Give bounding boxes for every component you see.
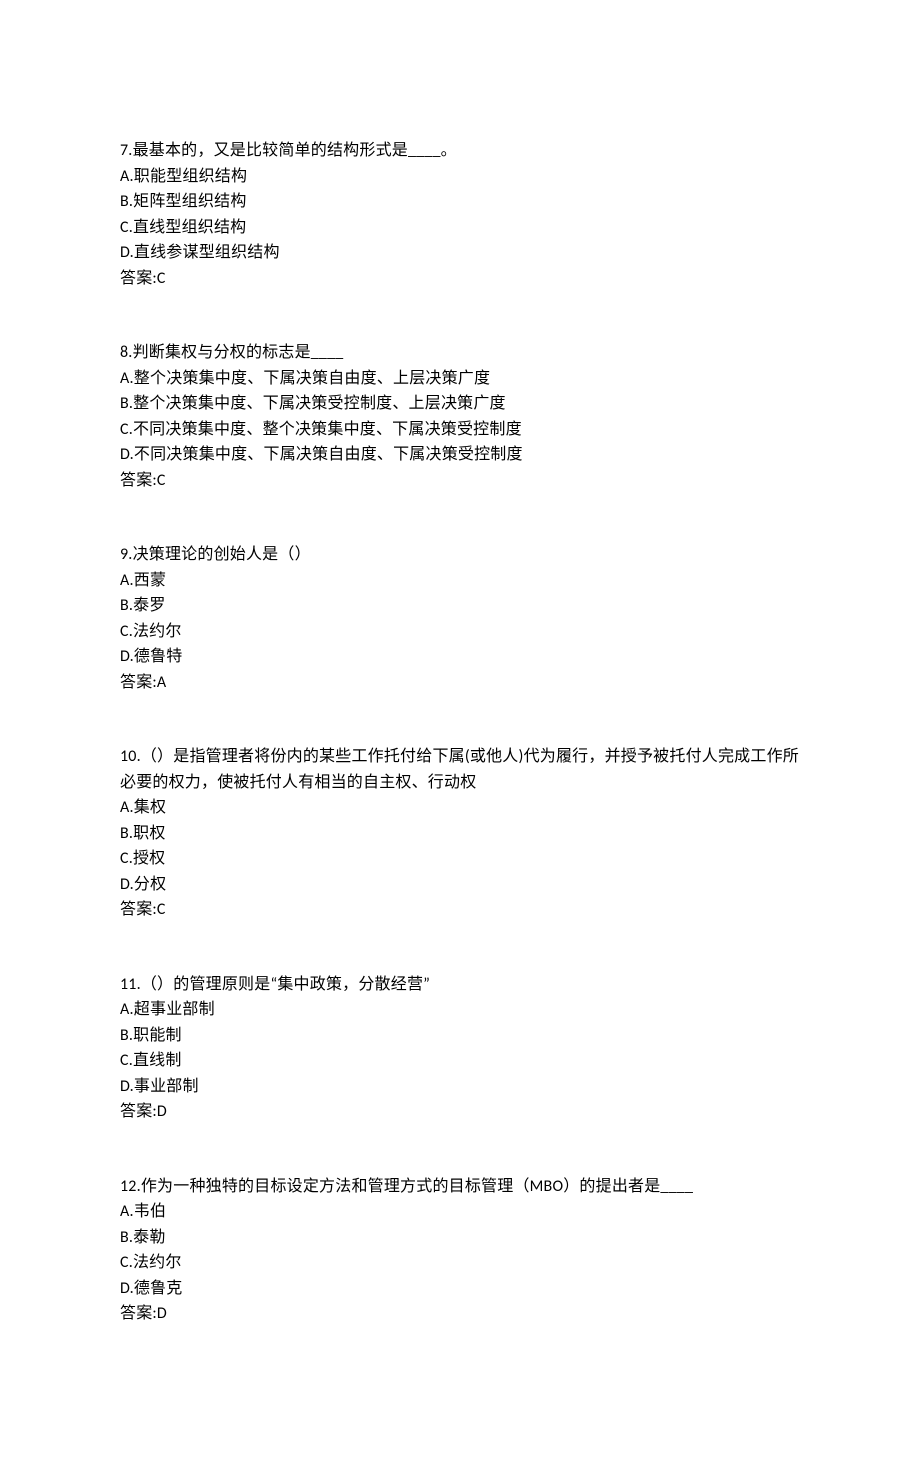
question-9: 9.决策理论的创始人是（） A.西蒙 B.泰罗 C.法约尔 D.德鲁特 答案:A bbox=[120, 542, 800, 695]
answer: 答案:D bbox=[120, 1301, 800, 1327]
question-text: （）的管理原则是“集中政策，分散经营” bbox=[141, 975, 430, 994]
option-b: B.矩阵型组织结构 bbox=[120, 189, 800, 215]
option-d: D.分权 bbox=[120, 872, 800, 898]
question-text: 作为一种独特的目标设定方法和管理方式的目标管理（MBO）的提出者是____ bbox=[141, 1177, 693, 1196]
question-stem: 8.判断集权与分权的标志是____ bbox=[120, 340, 800, 366]
option-b: B.职权 bbox=[120, 821, 800, 847]
question-stem: 7.最基本的，又是比较简单的结构形式是____。 bbox=[120, 138, 800, 164]
option-d: D.直线参谋型组织结构 bbox=[120, 240, 800, 266]
question-7: 7.最基本的，又是比较简单的结构形式是____。 A.职能型组织结构 B.矩阵型… bbox=[120, 138, 800, 291]
answer: 答案:D bbox=[120, 1099, 800, 1125]
option-a: A.整个决策集中度、下属决策自由度、上层决策广度 bbox=[120, 366, 800, 392]
option-d: D.事业部制 bbox=[120, 1074, 800, 1100]
option-c: C.不同决策集中度、整个决策集中度、下属决策受控制度 bbox=[120, 417, 800, 443]
option-d: D.不同决策集中度、下属决策自由度、下属决策受控制度 bbox=[120, 442, 800, 468]
question-number: 9. bbox=[120, 545, 133, 564]
question-text: 最基本的，又是比较简单的结构形式是____。 bbox=[133, 141, 457, 160]
option-d: D.德鲁克 bbox=[120, 1276, 800, 1302]
option-a: A.西蒙 bbox=[120, 568, 800, 594]
question-text: 决策理论的创始人是（） bbox=[133, 545, 311, 564]
document-page: 7.最基本的，又是比较简单的结构形式是____。 A.职能型组织结构 B.矩阵型… bbox=[0, 0, 920, 1476]
question-number: 11. bbox=[120, 975, 141, 994]
answer: 答案:A bbox=[120, 670, 800, 696]
question-stem: 12.作为一种独特的目标设定方法和管理方式的目标管理（MBO）的提出者是____ bbox=[120, 1174, 800, 1200]
question-number: 8. bbox=[120, 343, 133, 362]
option-c: C.法约尔 bbox=[120, 619, 800, 645]
option-c: C.法约尔 bbox=[120, 1250, 800, 1276]
question-stem: 9.决策理论的创始人是（） bbox=[120, 542, 800, 568]
question-number: 10. bbox=[120, 747, 141, 766]
question-stem: 11.（）的管理原则是“集中政策，分散经营” bbox=[120, 972, 800, 998]
question-number: 12. bbox=[120, 1177, 141, 1196]
question-10: 10.（）是指管理者将份内的某些工作托付给下属(或他人)代为履行，并授予被托付人… bbox=[120, 744, 800, 923]
option-c: C.直线型组织结构 bbox=[120, 215, 800, 241]
question-12: 12.作为一种独特的目标设定方法和管理方式的目标管理（MBO）的提出者是____… bbox=[120, 1174, 800, 1327]
question-text: （）是指管理者将份内的某些工作托付给下属(或他人)代为履行，并授予被托付人完成工… bbox=[120, 747, 799, 792]
option-c: C.授权 bbox=[120, 846, 800, 872]
question-8: 8.判断集权与分权的标志是____ A.整个决策集中度、下属决策自由度、上层决策… bbox=[120, 340, 800, 493]
question-stem: 10.（）是指管理者将份内的某些工作托付给下属(或他人)代为履行，并授予被托付人… bbox=[120, 744, 800, 795]
question-11: 11.（）的管理原则是“集中政策，分散经营” A.超事业部制 B.职能制 C.直… bbox=[120, 972, 800, 1125]
option-d: D.德鲁特 bbox=[120, 644, 800, 670]
question-text: 判断集权与分权的标志是____ bbox=[133, 343, 344, 362]
option-a: A.集权 bbox=[120, 795, 800, 821]
question-number: 7. bbox=[120, 141, 133, 160]
option-a: A.超事业部制 bbox=[120, 997, 800, 1023]
option-b: B.职能制 bbox=[120, 1023, 800, 1049]
answer: 答案:C bbox=[120, 266, 800, 292]
option-c: C.直线制 bbox=[120, 1048, 800, 1074]
option-a: A.韦伯 bbox=[120, 1199, 800, 1225]
option-b: B.整个决策集中度、下属决策受控制度、上层决策广度 bbox=[120, 391, 800, 417]
option-a: A.职能型组织结构 bbox=[120, 164, 800, 190]
answer: 答案:C bbox=[120, 897, 800, 923]
option-b: B.泰罗 bbox=[120, 593, 800, 619]
answer: 答案:C bbox=[120, 468, 800, 494]
option-b: B.泰勒 bbox=[120, 1225, 800, 1251]
